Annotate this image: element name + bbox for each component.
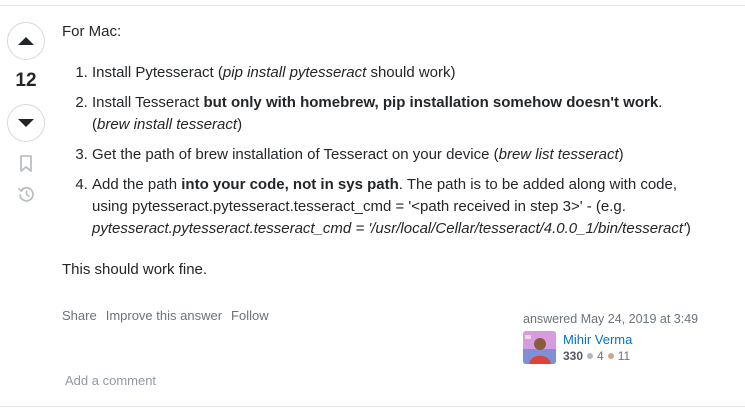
bronze-badge-icon	[607, 353, 614, 359]
step-emphasis: but only with homebrew, pip installation…	[203, 94, 659, 111]
author-name[interactable]: Mihir Verma	[563, 332, 632, 347]
silver-badge-count: 4	[597, 349, 604, 363]
upvote-arrow-icon	[18, 37, 34, 45]
downvote-arrow-icon	[18, 119, 34, 127]
upvote-button[interactable]	[7, 22, 45, 60]
step-text: )	[237, 116, 243, 133]
bottom-divider	[0, 406, 745, 407]
reputation-score: 330	[563, 349, 584, 363]
add-comment-link[interactable]: Add a comment	[65, 373, 156, 388]
answer-intro: For Mac:	[62, 23, 122, 40]
post-actions: Share Improve this answer Follow	[62, 308, 269, 323]
step-text: Install Pytesseract (	[92, 64, 223, 81]
list-item: Install Pytesseract (pip install pytesse…	[92, 62, 732, 84]
answer-closing: This should work fine.	[62, 261, 208, 278]
steps-list: Install Pytesseract (pip install pytesse…	[62, 62, 732, 240]
answered-timestamp: answered May 24, 2019 at 3:49	[523, 312, 698, 326]
bronze-badge-count: 11	[617, 349, 631, 363]
share-link[interactable]: Share	[62, 308, 97, 323]
answered-date[interactable]: May 24, 2019 at 3:49	[581, 312, 698, 326]
step-code: brew list tesseract	[498, 146, 619, 163]
step-code: pytesseract.pytesseract.tesseract_cmd = …	[92, 220, 686, 237]
improve-answer-link[interactable]: Improve this answer	[106, 308, 222, 323]
list-item: Add the path into your code, not in sys …	[92, 174, 732, 240]
step-code: pip install pytesseract	[222, 64, 367, 81]
top-divider	[0, 5, 745, 6]
step-text: Add the path	[92, 176, 182, 193]
follow-link[interactable]: Follow	[231, 308, 269, 323]
step-text: . The path is to be added along with cod…	[398, 176, 678, 193]
list-item: Install Tesseract but only with homebrew…	[92, 92, 732, 136]
step-text: )	[685, 220, 691, 237]
history-icon[interactable]	[17, 184, 35, 204]
step-text: .	[658, 94, 663, 111]
step-text: )	[618, 146, 624, 163]
avatar-image	[523, 331, 556, 364]
author-reputation: 330 4 11	[563, 349, 630, 363]
step-text: Get the path of brew installation of Tes…	[92, 146, 499, 163]
step-text: Install Tesseract	[92, 94, 204, 111]
vote-count: 12	[15, 70, 37, 91]
step-code: brew install tesseract	[97, 116, 238, 133]
avatar[interactable]	[523, 331, 556, 364]
step-text: using pytesseract.pytesseract.tesseract_…	[92, 198, 626, 215]
downvote-button[interactable]	[7, 104, 45, 142]
step-emphasis: into your code, not in sys path	[181, 176, 399, 193]
silver-badge-icon	[587, 353, 594, 359]
answered-label: answered	[523, 312, 578, 326]
step-text: should work)	[366, 64, 456, 81]
bookmark-icon[interactable]	[17, 154, 35, 174]
list-item: Get the path of brew installation of Tes…	[92, 144, 732, 166]
